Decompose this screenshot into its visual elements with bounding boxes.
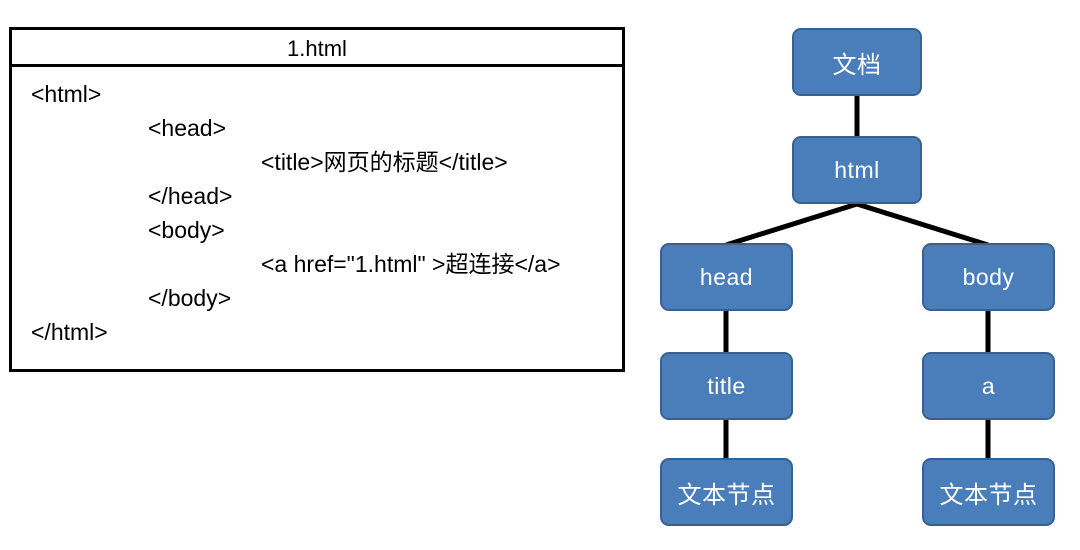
tree-node-label: body <box>962 263 1015 290</box>
tree-node-label: html <box>834 156 880 183</box>
code-line: <head> <box>148 115 227 141</box>
code-line: <title>网页的标题</title> <box>261 149 508 175</box>
code-line: </head> <box>148 183 233 209</box>
tree-node-label: a <box>981 372 996 399</box>
code-card: 1.html <html> <head> <title>网页的标题</title… <box>9 27 625 372</box>
code-line: </body> <box>148 285 232 311</box>
tree-node-html[interactable]: html <box>792 136 922 204</box>
tree-node-text-node-a[interactable]: 文本节点 <box>922 458 1055 526</box>
tree-node-text-node-title[interactable]: 文本节点 <box>660 458 793 526</box>
edge-html-head <box>725 201 858 248</box>
edge-html-body <box>856 201 989 248</box>
tree-node-document[interactable]: 文档 <box>792 28 922 96</box>
code-line: <body> <box>148 217 225 243</box>
tree-node-label: title <box>707 372 746 399</box>
dom-tree-diagram: 文档 html head body title a 文本节点 文本节点 <box>640 0 1080 550</box>
tree-node-head[interactable]: head <box>660 243 793 311</box>
tree-node-title[interactable]: title <box>660 352 793 420</box>
code-card-title: 1.html <box>12 30 622 67</box>
tree-node-label: head <box>699 263 754 290</box>
tree-node-label: 文本节点 <box>677 481 776 509</box>
tree-node-label: 文本节点 <box>939 481 1038 509</box>
code-line: <a href="1.html" >超连接</a> <box>261 251 561 277</box>
tree-node-a[interactable]: a <box>922 352 1055 420</box>
tree-node-label: 文档 <box>832 51 882 79</box>
code-line: <html> <box>31 81 102 107</box>
code-line: </html> <box>31 319 108 345</box>
code-card-body: <html> <head> <title>网页的标题</title> </hea… <box>12 67 622 369</box>
tree-node-body[interactable]: body <box>922 243 1055 311</box>
